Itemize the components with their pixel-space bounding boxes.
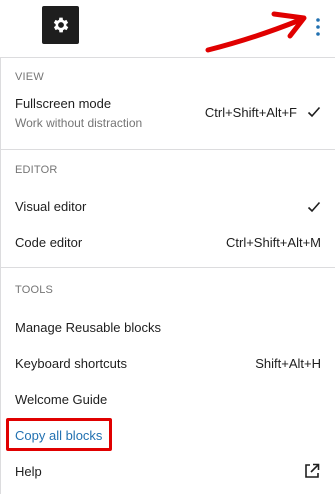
kebab-vertical-icon [316, 18, 320, 36]
top-toolbar [0, 0, 335, 58]
check-icon [307, 106, 321, 118]
menu-item-manage-reusable-blocks[interactable]: Manage Reusable blocks [15, 320, 321, 335]
settings-button[interactable] [42, 6, 79, 44]
menu-item-label: Keyboard shortcuts [15, 356, 128, 371]
gear-icon [53, 17, 68, 33]
menu-item-description: Work without distraction [15, 116, 143, 130]
menu-item-visual-editor[interactable]: Visual editor [15, 199, 321, 214]
external-link-icon [305, 463, 320, 478]
menu-item-label: Help [15, 463, 42, 479]
menu-item-help[interactable]: Help [15, 462, 321, 480]
group-label-tools: TOOLS [15, 284, 54, 296]
shortcut-text: Ctrl+Shift+Alt+F [204, 104, 297, 120]
annotation-arrow [205, 11, 307, 53]
menu-item-keyboard-shortcuts[interactable]: Keyboard shortcuts Shift+Alt+H [15, 356, 321, 371]
shortcut-text: Ctrl+Shift+Alt+M [225, 235, 321, 250]
menu-item-label: Visual editor [15, 199, 87, 214]
check-icon [307, 201, 321, 212]
menu-item-label: Welcome Guide [15, 392, 108, 407]
menu-item-welcome-guide[interactable]: Welcome Guide [15, 392, 321, 407]
annotation-highlight-box [6, 418, 112, 451]
shortcut-text: Shift+Alt+H [255, 356, 321, 371]
menu-item-label: Manage Reusable blocks [15, 320, 161, 335]
group-label-editor: EDITOR [15, 164, 58, 176]
menu-group-tools [1, 268, 335, 494]
menu-item-label: Code editor [15, 235, 83, 250]
options-menu-button[interactable] [310, 12, 326, 42]
menu-item-label: Fullscreen mode [15, 96, 112, 111]
group-label-view: VIEW [15, 71, 44, 83]
menu-item-fullscreen-mode[interactable]: Fullscreen mode Work without distraction… [15, 96, 321, 130]
menu-item-code-editor[interactable]: Code editor Ctrl+Shift+Alt+M [15, 235, 321, 250]
